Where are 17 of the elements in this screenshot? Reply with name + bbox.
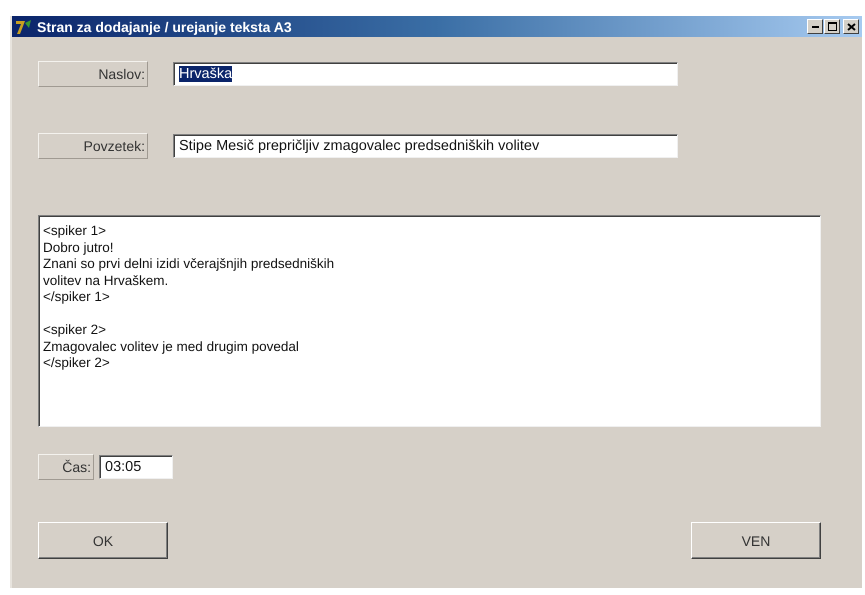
app-logo-icon xyxy=(15,18,33,34)
close-icon xyxy=(846,22,856,30)
text-area[interactable]: <spiker 1> Dobro jutro! Znani so prvi delni izidi včerajšnjih predsedniških volitev na Hrvaškem. </spiker 1> <spiker 2> Zmagovalec volitev je med drugim povedal </spiker 2> xyxy=(38,215,821,427)
time-label-button[interactable]: Čas: xyxy=(38,454,94,480)
minimize-button[interactable] xyxy=(807,19,823,34)
text-field[interactable]: Stipe Mesič prepričljiv zmagovalec predsedniških volitev xyxy=(173,134,678,158)
ok-button[interactable]: OK xyxy=(38,522,168,559)
text-field[interactable]: Hrvaška xyxy=(173,62,678,86)
field-label-button[interactable]: Naslov: xyxy=(38,61,148,87)
field-label-button[interactable]: Povzetek: xyxy=(38,133,148,159)
maximize-button[interactable] xyxy=(824,19,840,34)
maximize-icon xyxy=(828,22,836,31)
window-title: Stran za dodajanje / urejanje teksta A3 xyxy=(37,18,293,34)
close-button[interactable] xyxy=(843,19,859,34)
minimize-icon xyxy=(812,26,818,28)
exit-button[interactable]: VEN xyxy=(691,522,821,559)
time-field[interactable]: 03:05 xyxy=(99,455,173,479)
